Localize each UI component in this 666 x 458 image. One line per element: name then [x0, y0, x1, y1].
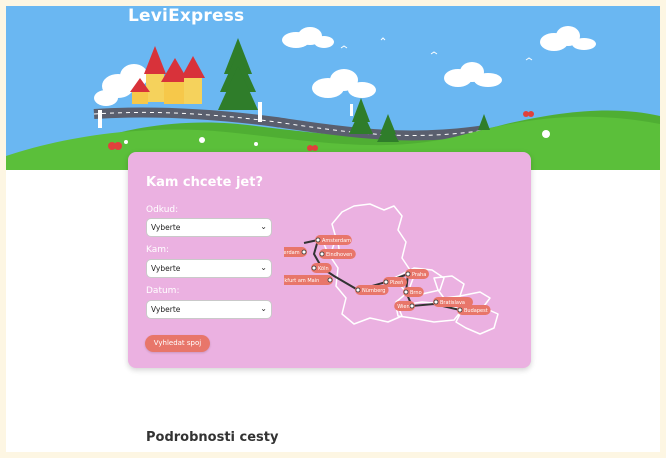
date-select[interactable]: Vyberte ⌄ — [146, 300, 272, 319]
city-marker[interactable]: Nürnberg — [355, 285, 389, 295]
city-marker[interactable]: Plzeň — [383, 277, 407, 287]
hero-illustration — [6, 26, 660, 170]
to-label: Kam: — [146, 245, 170, 255]
city-label: Brno — [410, 290, 422, 296]
city-marker[interactable]: Frankfurt am Main — [284, 275, 333, 285]
chevron-down-icon: ⌄ — [260, 263, 267, 272]
search-button[interactable]: Vyhledat spoj — [145, 335, 210, 352]
search-card: Kam chcete jet? Odkud: Vyberte ⌄ Kam: Vy… — [128, 152, 531, 368]
search-title: Kam chcete jet? — [146, 175, 263, 190]
to-select-value: Vyberte — [151, 264, 181, 273]
city-label: Eindhoven — [326, 252, 352, 258]
from-label: Odkud: — [146, 205, 179, 215]
date-label: Datum: — [146, 286, 180, 296]
city-marker[interactable]: Eindhoven — [319, 249, 356, 259]
city-marker[interactable]: Wien — [394, 301, 415, 311]
page: LeviExpress Kam chcete jet? Odkud: Vyber… — [6, 6, 660, 452]
city-marker[interactable]: Brno — [403, 287, 424, 297]
city-label: Nürnberg — [362, 288, 385, 294]
city-marker[interactable]: Budapest — [457, 305, 491, 315]
from-select[interactable]: Vyberte ⌄ — [146, 218, 272, 237]
city-marker[interactable]: Köln — [311, 263, 332, 273]
city-marker[interactable]: Praha — [405, 269, 429, 279]
city-label: Köln — [318, 266, 329, 272]
chevron-down-icon: ⌄ — [260, 222, 267, 231]
city-marker[interactable]: Amsterdam — [315, 235, 352, 245]
brand-logo[interactable]: LeviExpress — [128, 6, 244, 26]
city-label: Wien — [397, 304, 409, 310]
city-label: Plzeň — [390, 279, 403, 286]
hero-banner: LeviExpress — [6, 6, 660, 170]
route-map: Amsterdam Rotterdam Eindhoven Köln Frankfurt… — [284, 203, 499, 335]
city-label: Rotterdam — [284, 250, 300, 256]
city-label: Frankfurt am Main — [284, 278, 319, 284]
from-select-value: Vyberte — [151, 223, 181, 232]
trip-details-heading: Podrobnosti cesty — [146, 430, 279, 445]
city-label: Budapest — [464, 308, 488, 314]
to-select[interactable]: Vyberte ⌄ — [146, 259, 272, 278]
date-select-value: Vyberte — [151, 305, 181, 314]
city-label: Amsterdam — [322, 238, 351, 244]
city-marker[interactable]: Rotterdam — [284, 247, 307, 257]
chevron-down-icon: ⌄ — [260, 304, 267, 313]
city-label: Praha — [412, 272, 426, 278]
